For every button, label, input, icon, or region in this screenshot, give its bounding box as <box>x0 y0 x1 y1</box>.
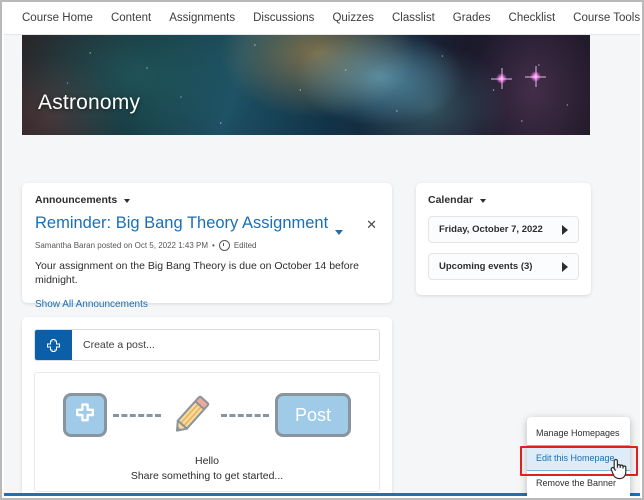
calendar-item-label: Upcoming events (3) <box>439 261 533 272</box>
browser-viewport: Course Home Content Assignments Discussi… <box>0 0 644 500</box>
empty-state-subtitle: Share something to get started... <box>130 470 284 482</box>
illustration-post-label: Post <box>275 393 351 437</box>
activity-feed-widget: Create a post... Post Hello Share someth… <box>22 317 392 496</box>
nav-item-course-tools[interactable]: Course Tools <box>573 12 642 24</box>
nav-item-course-home[interactable]: Course Home <box>22 12 93 24</box>
plus-icon <box>47 338 60 352</box>
nav-item-label: Classlist <box>391 12 435 24</box>
announcement-title-group: Reminder: Big Bang Theory Assignment <box>35 214 344 235</box>
calendar-item-date[interactable]: Friday, October 7, 2022 <box>428 216 579 243</box>
nav-item-discussions[interactable]: Discussions <box>253 12 314 24</box>
illustration-plus-icon <box>63 393 107 437</box>
create-post-input[interactable]: Create a post... <box>72 330 155 360</box>
show-all-announcements-link[interactable]: Show All Announcements <box>35 299 148 310</box>
announcement-meta: Samantha Baran posted on Oct 5, 2022 1:4… <box>35 240 379 251</box>
nav-item-label: Course Home <box>22 12 93 24</box>
nav-item-label: Content <box>110 12 152 24</box>
starfield-decoration <box>22 35 590 135</box>
star-flare-icon <box>530 71 542 82</box>
calendar-widget-title: Calendar <box>428 194 473 206</box>
calendar-item-upcoming-events[interactable]: Upcoming events (3) <box>428 253 579 280</box>
menu-item-manage-homepages[interactable]: Manage Homepages <box>527 421 630 445</box>
history-clock-icon <box>218 240 230 251</box>
dashed-connector <box>113 413 161 417</box>
close-icon[interactable]: ✕ <box>364 214 379 235</box>
nav-item-checklist[interactable]: Checklist <box>509 12 556 24</box>
nav-item-assignments[interactable]: Assignments <box>169 12 235 24</box>
chevron-down-icon[interactable] <box>335 230 344 235</box>
add-post-button[interactable] <box>35 330 72 360</box>
nav-item-label: Quizzes <box>332 12 374 24</box>
announcements-widget-header[interactable]: Announcements <box>35 194 379 206</box>
nav-item-label: Grades <box>452 12 491 24</box>
empty-state-title: Hello <box>195 455 219 467</box>
nav-item-label: Discussions <box>253 12 315 24</box>
course-title: Astronomy <box>38 91 141 114</box>
nav-item-quizzes[interactable]: Quizzes <box>332 12 374 24</box>
cursor-pointer-icon <box>610 458 627 480</box>
announcements-widget: Announcements Reminder: Big Bang Theory … <box>22 183 392 310</box>
nav-item-content[interactable]: Content <box>111 12 151 24</box>
calendar-widget-header[interactable]: Calendar <box>428 194 579 206</box>
announcement-edited-label: Edited <box>233 241 257 250</box>
course-banner: Astronomy <box>22 35 590 135</box>
chevron-down-icon[interactable] <box>479 199 486 203</box>
star-flare-icon <box>496 73 508 84</box>
announcements-widget-title: Announcements <box>35 194 118 206</box>
nav-item-label: Assignments <box>169 12 236 24</box>
nav-item-classlist[interactable]: Classlist <box>392 12 435 24</box>
nav-item-grades[interactable]: Grades <box>453 12 491 24</box>
calendar-widget: Calendar Friday, October 7, 2022 Upcomin… <box>416 183 591 295</box>
chevron-down-icon[interactable] <box>124 199 131 203</box>
announcement-author-date: Samantha Baran posted on Oct 5, 2022 1:4… <box>35 241 208 250</box>
create-post-row[interactable]: Create a post... <box>34 329 380 361</box>
announcement-title[interactable]: Reminder: Big Bang Theory Assignment <box>35 214 328 232</box>
empty-state-illustration: Post <box>63 389 351 441</box>
meta-separator: • <box>212 241 215 250</box>
chevron-right-icon <box>562 261 568 272</box>
nav-item-label: Checklist <box>508 12 556 24</box>
nav-item-label: Course Tools <box>573 12 641 24</box>
chevron-right-icon <box>562 224 568 235</box>
announcement-body: Your assignment on the Big Bang Theory i… <box>35 260 359 287</box>
course-navbar: Course Home Content Assignments Discussi… <box>4 2 640 35</box>
homepage-body: Astronomy Announcements Reminder: Big Ba… <box>4 35 640 496</box>
pencil-icon <box>175 395 210 432</box>
feed-empty-state: Post Hello Share something to get starte… <box>34 372 380 492</box>
calendar-item-label: Friday, October 7, 2022 <box>439 224 543 235</box>
dashed-connector <box>221 413 269 417</box>
